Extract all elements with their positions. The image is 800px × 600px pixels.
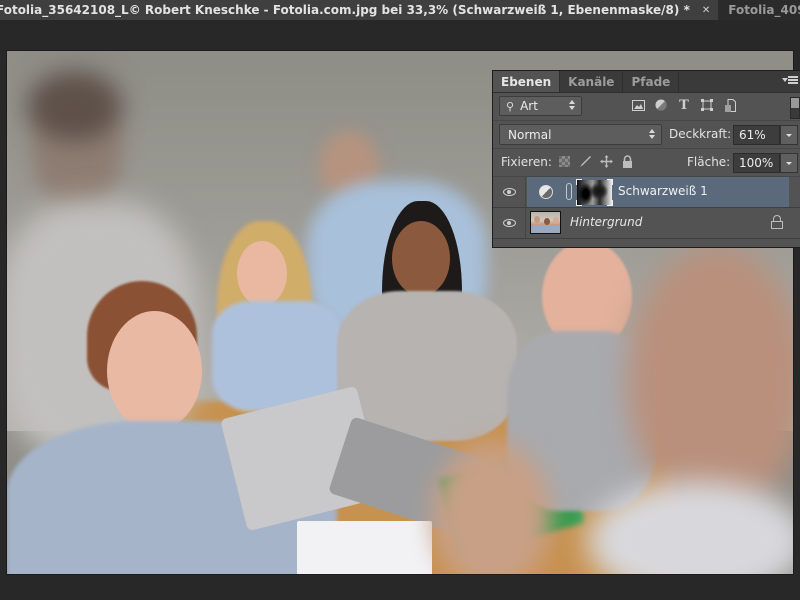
- close-icon[interactable]: ✕: [702, 5, 710, 16]
- updown-arrows-icon: [649, 129, 655, 139]
- tab-kanaele[interactable]: Kanäle: [560, 71, 624, 92]
- link-icon[interactable]: [566, 183, 572, 200]
- fill-dropdown-button[interactable]: [780, 153, 798, 173]
- opacity-input[interactable]: 61%: [733, 125, 780, 145]
- lock-image-icon[interactable]: [579, 155, 592, 168]
- lock-icon: [771, 215, 783, 229]
- document-tab-title: Fotolia_35642108_L© Robert Kneschke - Fo…: [0, 3, 690, 17]
- photoshop-window: Fotolia_35642108_L© Robert Kneschke - Fo…: [0, 0, 800, 600]
- panel-tab-bar: Ebenen Kanäle Pfade: [493, 71, 800, 93]
- layer-row-hintergrund[interactable]: Hintergrund: [493, 208, 800, 239]
- layers-panel: Ebenen Kanäle Pfade ⚲ Art T Normal Deckk…: [492, 70, 800, 248]
- opacity-label: Deckkraft:: [669, 127, 732, 141]
- layer-filter-select[interactable]: ⚲ Art: [499, 96, 582, 116]
- document-tab-bar: Fotolia_35642108_L© Robert Kneschke - Fo…: [0, 0, 800, 20]
- layer-row-schwarzweiss[interactable]: Schwarzweiß 1: [493, 177, 800, 208]
- blend-mode-select[interactable]: Normal: [499, 124, 662, 145]
- shape-filter-icon[interactable]: [700, 98, 714, 112]
- lock-transparent-icon[interactable]: [558, 155, 571, 168]
- opacity-dropdown-button[interactable]: [780, 125, 798, 145]
- filter-type-label: Art: [520, 99, 538, 113]
- fill-label: Fläche:: [687, 155, 731, 169]
- lock-all-icon[interactable]: [621, 155, 634, 168]
- document-tab-active[interactable]: Fotolia_35642108_L© Robert Kneschke - Fo…: [0, 0, 719, 20]
- image-filter-icon[interactable]: [631, 98, 645, 112]
- filter-toggle[interactable]: [790, 97, 800, 119]
- layer-name: Hintergrund: [570, 215, 643, 229]
- lock-row: Fixieren: Fläche: 100%: [493, 149, 800, 177]
- visibility-toggle[interactable]: [493, 208, 526, 238]
- filter-row: ⚲ Art T: [493, 93, 800, 121]
- layer-thumbnail: [530, 211, 561, 234]
- fill-input[interactable]: 100%: [733, 153, 780, 173]
- lock-label: Fixieren:: [501, 155, 552, 169]
- lock-position-icon[interactable]: [600, 155, 613, 168]
- blend-row: Normal Deckkraft: 61%: [493, 121, 800, 149]
- smart-object-filter-icon[interactable]: [723, 98, 737, 112]
- updown-arrows-icon: [569, 100, 575, 110]
- layer-mask-thumbnail[interactable]: [576, 179, 613, 206]
- type-filter-icon[interactable]: T: [677, 98, 691, 113]
- tab-pfade[interactable]: Pfade: [623, 71, 680, 92]
- document-tab-title: Fotolia_40910173_L©: [728, 3, 800, 17]
- blend-mode-value: Normal: [508, 127, 552, 142]
- document-tab-inactive[interactable]: Fotolia_40910173_L©: [718, 0, 800, 20]
- panel-menu-icon[interactable]: [782, 76, 798, 86]
- adjustment-filter-icon[interactable]: [654, 98, 668, 112]
- black-white-adjustment-icon: [539, 185, 553, 199]
- tab-ebenen[interactable]: Ebenen: [493, 71, 561, 92]
- visibility-toggle[interactable]: [493, 177, 526, 207]
- search-icon: ⚲: [506, 99, 515, 113]
- eye-icon: [502, 219, 516, 227]
- eye-icon: [502, 188, 516, 196]
- layer-name: Schwarzweiß 1: [618, 184, 708, 198]
